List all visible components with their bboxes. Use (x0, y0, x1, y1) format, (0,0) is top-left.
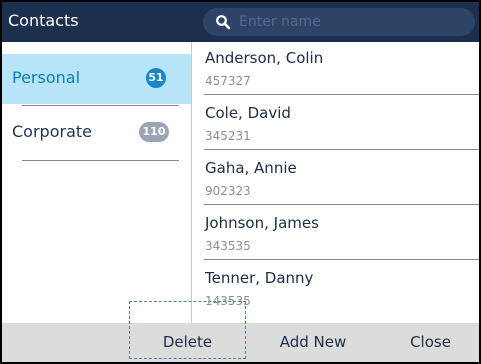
contact-row[interactable]: Johnson, James 343535 (192, 207, 479, 260)
count-badge: 51 (146, 68, 166, 88)
page-title: Contacts (8, 11, 79, 30)
contact-name: Tenner, Danny (205, 269, 314, 287)
directory-sidebar: Personal 51 Corporate 110 (2, 42, 192, 323)
count-badge: 110 (139, 122, 169, 142)
softkey-bar: Delete Add New Close (2, 301, 479, 362)
contact-row[interactable]: Cole, David 345231 (192, 97, 479, 150)
contact-number: 457327 (205, 74, 251, 88)
close-button[interactable]: Close (388, 323, 473, 362)
divider (204, 204, 479, 205)
delete-button[interactable]: Delete (129, 301, 246, 359)
contact-number: 345231 (205, 129, 251, 143)
contact-row[interactable]: Gaha, Annie 902323 (192, 152, 479, 205)
contact-name: Gaha, Annie (205, 159, 297, 177)
divider (204, 149, 479, 150)
contact-name: Johnson, James (205, 214, 319, 232)
phone-screen: Contacts Personal 51 Corporate 110 Ander… (0, 0, 481, 364)
divider (22, 160, 179, 161)
contact-number: 902323 (205, 184, 251, 198)
sidebar-item-label: Corporate (12, 122, 92, 141)
sidebar-item-personal[interactable]: Personal 51 (2, 54, 191, 104)
divider (204, 94, 479, 95)
contact-number: 343535 (205, 239, 251, 253)
sidebar-item-corporate[interactable]: Corporate 110 (2, 108, 191, 158)
contact-name: Cole, David (205, 104, 291, 122)
contact-name: Anderson, Colin (205, 49, 324, 67)
header-bar: Contacts (2, 2, 479, 42)
add-new-button[interactable]: Add New (258, 323, 368, 362)
divider (204, 259, 479, 260)
contact-list: Anderson, Colin 457327 Cole, David 34523… (192, 42, 479, 323)
search-icon (216, 15, 231, 30)
search-input[interactable] (239, 10, 459, 34)
sidebar-item-label: Personal (12, 68, 81, 87)
divider (22, 105, 179, 106)
search-box[interactable] (203, 8, 475, 36)
contact-row[interactable]: Anderson, Colin 457327 (192, 42, 479, 95)
